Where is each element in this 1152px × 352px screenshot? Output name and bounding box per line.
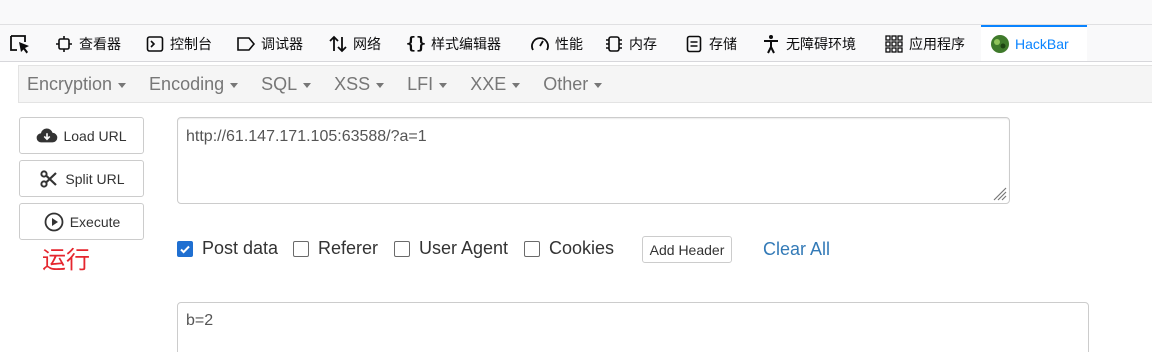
caret-down-icon xyxy=(594,82,603,88)
url-value: http://61.147.171.105:63588/?a=1 xyxy=(186,128,427,145)
menu-xxe[interactable]: XXE xyxy=(470,73,521,95)
tab-network[interactable]: 网络 xyxy=(324,27,385,61)
menu-encoding[interactable]: Encoding xyxy=(149,73,239,95)
element-picker-icon[interactable] xyxy=(8,33,32,55)
post-data-label: Post data xyxy=(202,238,279,258)
storage-icon xyxy=(684,34,704,54)
load-url-button[interactable]: Load URL xyxy=(19,117,144,154)
play-circle-icon xyxy=(43,212,65,232)
toolbar-divider xyxy=(0,24,1152,25)
tab-label: 存储 xyxy=(709,36,737,52)
referer-label: Referer xyxy=(318,238,379,258)
tab-label: HackBar xyxy=(1015,36,1069,52)
memory-icon xyxy=(604,34,624,54)
tab-debugger[interactable]: 调试器 xyxy=(232,27,307,61)
tab-style-editor[interactable]: {} 样式编辑器 xyxy=(402,27,505,61)
cookies-option[interactable]: Cookies xyxy=(524,238,614,259)
execute-button[interactable]: Execute xyxy=(19,203,144,240)
tab-accessibility[interactable]: 无障碍环境 xyxy=(757,27,860,61)
menu-label: XXE xyxy=(470,73,507,94)
debugger-icon xyxy=(236,34,256,54)
devtools-toolbar: 查看器 控制台 调试器 网络 {} 样式编辑器 性能 内存 存储 无障碍环境 应… xyxy=(0,0,1152,62)
tab-label: 查看器 xyxy=(79,36,121,52)
menu-label: Encoding xyxy=(149,73,225,94)
user-agent-option[interactable]: User Agent xyxy=(394,238,508,259)
menu-label: Encryption xyxy=(27,73,113,94)
tab-application[interactable]: 应用程序 xyxy=(880,27,969,61)
add-header-button[interactable]: Add Header xyxy=(642,236,732,263)
tab-label: 应用程序 xyxy=(909,36,965,52)
tab-label: 内存 xyxy=(629,36,657,52)
clear-all-link[interactable]: Clear All xyxy=(763,239,830,260)
resize-grip-icon[interactable] xyxy=(991,185,1007,201)
menu-encryption[interactable]: Encryption xyxy=(27,73,127,95)
menu-lfi[interactable]: LFI xyxy=(407,73,448,95)
tab-label: 网络 xyxy=(353,36,381,52)
tab-hackbar[interactable]: HackBar xyxy=(981,25,1087,61)
menu-label: SQL xyxy=(261,73,298,94)
load-url-label: Load URL xyxy=(63,127,127,144)
menu-label: XSS xyxy=(334,73,371,94)
tab-storage[interactable]: 存储 xyxy=(680,27,741,61)
caret-down-icon xyxy=(230,82,239,88)
split-url-button[interactable]: Split URL xyxy=(19,160,144,197)
menu-label: Other xyxy=(543,73,589,94)
post-data-textarea[interactable]: b=2 xyxy=(177,302,1089,352)
caret-down-icon xyxy=(376,82,385,88)
post-body-value: b=2 xyxy=(186,312,214,329)
menu-xss[interactable]: XSS xyxy=(334,73,385,95)
menu-label: LFI xyxy=(407,73,434,94)
split-url-label: Split URL xyxy=(65,170,125,187)
accessibility-icon xyxy=(761,34,781,54)
menu-other[interactable]: Other xyxy=(543,73,603,95)
tab-console[interactable]: 控制台 xyxy=(141,27,216,61)
caret-down-icon xyxy=(118,82,127,88)
style-editor-icon: {} xyxy=(405,34,427,54)
url-textarea[interactable]: http://61.147.171.105:63588/?a=1 xyxy=(177,117,1010,204)
user-agent-label: User Agent xyxy=(419,238,509,258)
caret-down-icon xyxy=(303,82,312,88)
tab-label: 样式编辑器 xyxy=(431,36,501,52)
execute-label: Execute xyxy=(69,213,121,230)
tab-inspector[interactable]: 查看器 xyxy=(50,27,125,61)
caret-down-icon xyxy=(512,82,521,88)
post-data-option[interactable]: Post data xyxy=(177,238,278,259)
referer-option[interactable]: Referer xyxy=(293,238,378,259)
tab-performance[interactable]: 性能 xyxy=(526,27,587,61)
tab-memory[interactable]: 内存 xyxy=(600,27,661,61)
post-data-checkbox[interactable] xyxy=(177,240,193,257)
tab-label: 无障碍环境 xyxy=(786,36,856,52)
menu-sql[interactable]: SQL xyxy=(261,73,312,95)
application-icon xyxy=(884,34,904,54)
tab-label: 性能 xyxy=(555,36,583,52)
hackbar-menu: Encryption Encoding SQL XSS LFI XXE Othe… xyxy=(18,65,1152,103)
scissors-icon xyxy=(38,169,60,189)
console-icon xyxy=(145,34,165,54)
annotation-note: 运行 xyxy=(42,246,90,274)
user-agent-checkbox[interactable] xyxy=(394,240,410,257)
hackbar-icon xyxy=(990,34,1010,54)
tab-label: 控制台 xyxy=(170,36,212,52)
cookies-checkbox[interactable] xyxy=(524,240,540,257)
performance-icon xyxy=(530,34,550,54)
tab-label: 调试器 xyxy=(261,36,303,52)
inspector-icon xyxy=(54,34,74,54)
cloud-download-icon xyxy=(36,126,58,146)
cookies-label: Cookies xyxy=(549,238,615,258)
network-icon xyxy=(328,34,348,54)
referer-checkbox[interactable] xyxy=(293,240,309,257)
caret-down-icon xyxy=(439,82,448,88)
